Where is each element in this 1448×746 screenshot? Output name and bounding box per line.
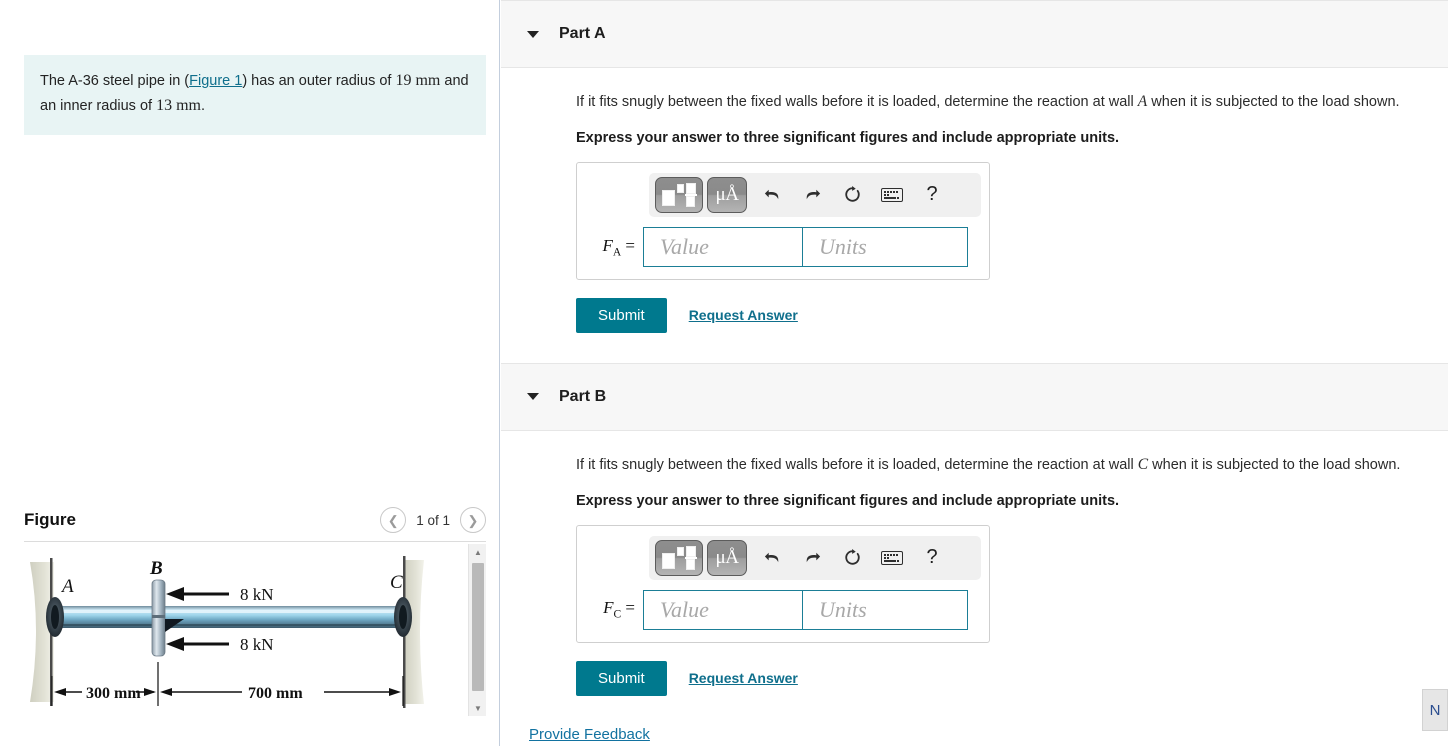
pipe-diagram: 8 kN 8 kN A B C 300 mm 700 mm bbox=[30, 556, 424, 708]
figure-pager: ❮ 1 of 1 ❯ bbox=[380, 507, 486, 533]
part-a-units-input[interactable]: Units bbox=[802, 226, 968, 267]
part-a-field-label: FA = bbox=[587, 236, 643, 258]
figure-link[interactable]: Figure 1 bbox=[189, 73, 242, 89]
load-label-top: 8 kN bbox=[240, 585, 274, 604]
footer: Provide Feedback P Pearson bbox=[501, 726, 1448, 746]
dim-left-label: 300 mm bbox=[86, 685, 141, 702]
label-B: B bbox=[149, 558, 163, 579]
part-b-field-symbol: F bbox=[603, 598, 614, 618]
keyboard-icon[interactable] bbox=[877, 180, 907, 210]
part-a-submit-button[interactable]: Submit bbox=[576, 297, 667, 333]
load-label-bottom: 8 kN bbox=[240, 635, 274, 654]
reset-circle-icon[interactable] bbox=[837, 180, 867, 210]
part-a-field-equals: = bbox=[621, 235, 635, 255]
help-question-icon[interactable]: ? bbox=[917, 543, 947, 573]
part-a-instruction: Express your answer to three significant… bbox=[576, 129, 1120, 146]
keyboard-icon[interactable] bbox=[877, 543, 907, 573]
right-panel: Part A If it fits snugly between the fix… bbox=[501, 0, 1448, 746]
scrollbar-thumb[interactable] bbox=[472, 563, 484, 691]
units-micro-angstrom-icon[interactable]: μÅ bbox=[707, 176, 747, 213]
part-a-request-answer-link[interactable]: Request Answer bbox=[689, 307, 798, 323]
problem-text-before: The A-36 steel pipe in ( bbox=[40, 73, 190, 89]
part-b-question-var: C bbox=[1137, 455, 1149, 473]
part-b-question: If it fits snugly between the fixed wall… bbox=[576, 453, 1422, 477]
part-a-answer-box: μÅ ? FA = Value Units bbox=[576, 161, 990, 280]
part-b-request-answer-link[interactable]: Request Answer bbox=[689, 670, 798, 686]
part-b-title: Part B bbox=[559, 387, 607, 405]
part-b-body: If it fits snugly between the fixed wall… bbox=[501, 431, 1448, 696]
part-a-section: Part A If it fits snugly between the fix… bbox=[501, 0, 1448, 333]
undo-arrow-icon[interactable] bbox=[757, 180, 787, 210]
chevron-right-icon[interactable]: ❯ bbox=[460, 507, 486, 533]
part-b-question-pre: If it fits snugly between the fixed wall… bbox=[576, 456, 1138, 473]
caret-down-icon[interactable] bbox=[527, 393, 539, 401]
chevron-left-icon[interactable]: ❮ bbox=[380, 507, 407, 533]
inner-radius-value: 13 mm bbox=[156, 96, 201, 114]
part-b-submit-button[interactable]: Submit bbox=[576, 660, 667, 696]
part-a-question-post: when it is subjected to the load shown. bbox=[1147, 94, 1400, 110]
part-a-field-symbol: F bbox=[602, 235, 613, 255]
units-button-label: μÅ bbox=[715, 183, 739, 205]
part-b-field-subscript: C bbox=[613, 608, 622, 621]
part-b-question-post: when it is subjected to the load shown. bbox=[1148, 456, 1401, 473]
part-a-field-subscript: A bbox=[612, 245, 622, 258]
part-a-title: Part A bbox=[559, 25, 606, 42]
figure-viewport: 8 kN 8 kN A B C 300 mm 700 mm ▲ ▼ bbox=[24, 544, 486, 716]
figure-header: Figure ❮ 1 of 1 ❯ bbox=[24, 500, 486, 540]
left-panel: The A-36 steel pipe in (Figure 1) has an… bbox=[0, 0, 500, 746]
help-question-icon[interactable]: ? bbox=[917, 180, 947, 210]
part-b-header[interactable]: Part B bbox=[501, 362, 1448, 431]
part-b-actions: Submit Request Answer bbox=[576, 660, 1422, 696]
part-b-field-label: FC = bbox=[587, 598, 643, 620]
figure-divider bbox=[24, 541, 486, 542]
figure-scrollbar[interactable]: ▲ ▼ bbox=[468, 544, 486, 716]
problem-statement: The A-36 steel pipe in (Figure 1) has an… bbox=[24, 55, 486, 135]
part-a-question: If it fits snugly between the fixed wall… bbox=[576, 90, 1422, 114]
figure-panel-title: Figure bbox=[24, 510, 76, 529]
label-A: A bbox=[60, 576, 74, 597]
provide-feedback-link[interactable]: Provide Feedback bbox=[529, 726, 650, 743]
part-a-field-row: FA = Value Units bbox=[587, 226, 979, 267]
part-b-value-input[interactable]: Value bbox=[643, 589, 803, 630]
scroll-up-icon[interactable]: ▲ bbox=[469, 544, 486, 560]
part-b-field-row: FC = Value Units bbox=[587, 589, 979, 630]
part-a-question-var: A bbox=[1137, 93, 1148, 110]
redo-arrow-icon[interactable] bbox=[797, 543, 827, 573]
label-C: C bbox=[390, 572, 403, 593]
part-a-header[interactable]: Part A bbox=[501, 0, 1448, 68]
part-b-field-equals: = bbox=[621, 598, 635, 618]
math-template-icon[interactable] bbox=[655, 539, 703, 576]
part-b-instruction: Express your answer to three significant… bbox=[576, 492, 1120, 509]
units-micro-angstrom-icon[interactable]: μÅ bbox=[707, 539, 747, 576]
redo-arrow-icon[interactable] bbox=[797, 180, 827, 210]
reset-circle-icon[interactable] bbox=[837, 543, 867, 573]
math-template-icon[interactable] bbox=[655, 176, 703, 213]
part-a-question-pre: If it fits snugly between the fixed wall… bbox=[576, 94, 1138, 110]
part-a-math-toolbar: μÅ ? bbox=[649, 172, 981, 217]
figure-page-count: 1 of 1 bbox=[416, 512, 450, 528]
dim-right-label: 700 mm bbox=[248, 685, 303, 702]
caret-down-icon[interactable] bbox=[527, 30, 539, 38]
page-root: The A-36 steel pipe in (Figure 1) has an… bbox=[0, 0, 1448, 746]
units-button-label: μÅ bbox=[715, 546, 739, 568]
part-b-section: Part B If it fits snugly between the fix… bbox=[501, 362, 1448, 696]
part-a-actions: Submit Request Answer bbox=[576, 297, 1422, 333]
problem-text-after: ) has an outer radius of bbox=[242, 73, 396, 89]
part-a-value-input[interactable]: Value bbox=[643, 226, 803, 267]
part-b-math-toolbar: μÅ ? bbox=[649, 535, 981, 580]
outer-radius-value: 19 mm bbox=[395, 72, 441, 89]
part-a-body: If it fits snugly between the fixed wall… bbox=[501, 68, 1448, 333]
part-b-units-input[interactable]: Units bbox=[802, 589, 968, 630]
undo-arrow-icon[interactable] bbox=[757, 543, 787, 573]
problem-text-end: . bbox=[200, 97, 205, 114]
scroll-down-icon[interactable]: ▼ bbox=[469, 700, 486, 716]
part-b-answer-box: μÅ ? FC = Value Units bbox=[576, 524, 990, 643]
edge-cutoff-widget[interactable]: N bbox=[1422, 689, 1448, 731]
